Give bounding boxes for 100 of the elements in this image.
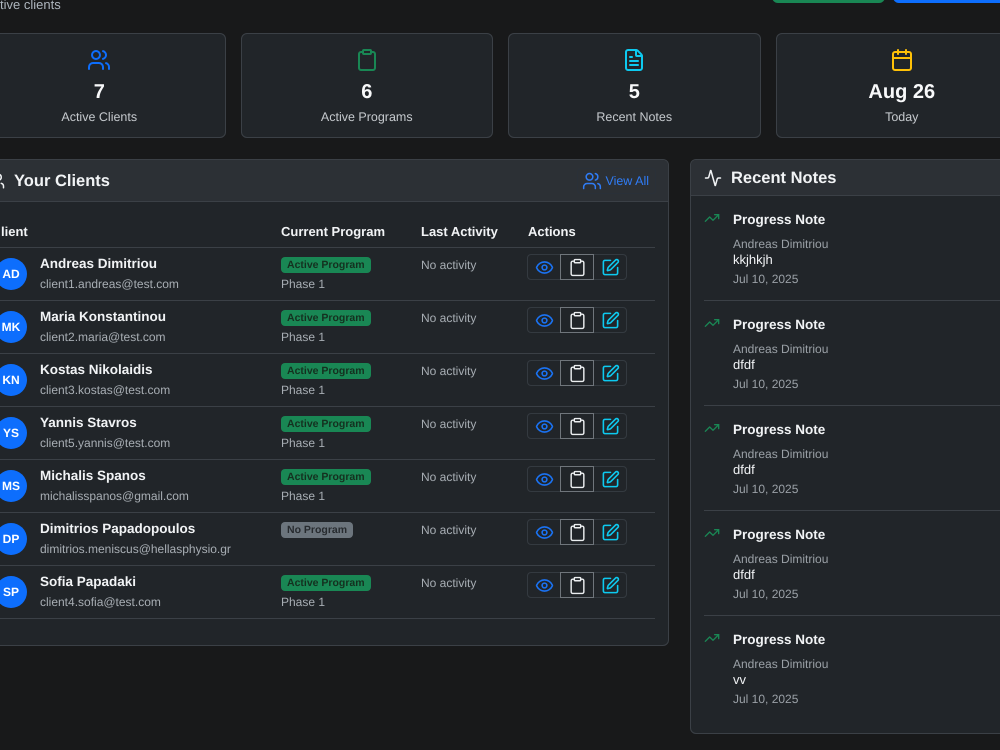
note-title: Progress Note [733,526,826,544]
view-button[interactable] [527,254,561,280]
clipboard-icon [568,576,586,594]
program-phase: Phase 1 [281,329,326,346]
pencil-square-icon [600,310,620,330]
program-badge: Active Program [281,363,371,379]
note-client: Andreas Dimitriou [733,656,828,672]
last-activity: No activity [421,469,478,485]
note-date: Jul 10, 2025 [733,481,800,498]
program-badge: Active Program [281,416,371,432]
last-activity: No activity [421,575,478,591]
program-phase: Phase 1 [281,594,326,611]
client-name: Andreas Dimitriou [40,255,158,273]
client-email: client2.maria@test.com [40,329,166,346]
column-header: Actions [527,224,577,239]
clipboard-button[interactable] [560,466,594,492]
edit-button[interactable] [593,413,627,439]
client-name: Kostas Nikolaidis [40,361,154,379]
clipboard-button[interactable] [560,254,594,280]
clipboard-button[interactable] [560,519,594,545]
edit-button[interactable] [593,307,627,333]
clipboard-button[interactable] [560,307,594,333]
clipboard-icon [568,416,586,436]
client-email: client1.andreas@test.com [40,276,179,293]
stat-value: Aug 26 [868,80,936,105]
note-client: Andreas Dimitriou [733,446,828,462]
note-client: Andreas Dimitriou [733,341,828,357]
panel-title: Your Clients [14,170,110,192]
program-phase: Phase 1 [281,276,326,293]
avatar: MS [0,470,27,502]
last-activity: No activity [421,416,478,432]
client-email: client4.sofia@test.com [40,594,161,611]
note-client: Andreas Dimitriou [733,551,828,567]
note-date: Jul 10, 2025 [733,586,800,603]
pencil-square-icon [600,364,620,382]
note-title: Progress Note [733,631,826,649]
edit-button[interactable] [593,572,627,598]
program-badge: No Program [281,522,354,538]
clipboard-icon [568,364,586,382]
client-name: Yannis Stavros [40,414,138,432]
last-activity: No activity [421,522,478,538]
stat-label: Active Programs [320,109,413,126]
avatar: SP [0,576,27,608]
pencil-square-icon [600,522,620,542]
calendar-icon [890,48,914,72]
clipboard-icon [568,310,586,330]
program-badge: Active Program [281,310,371,326]
view-button[interactable] [527,307,561,333]
avatar: AD [0,258,27,290]
stat-value: 6 [361,80,372,105]
program-badge: Active Program [281,257,371,273]
stat-label: Today [885,109,918,126]
people-icon [582,170,602,190]
view-button[interactable] [527,360,561,386]
edit-button[interactable] [593,519,627,545]
column-header: Current Program [280,224,386,239]
last-activity: No activity [421,257,478,273]
client-email: client3.kostas@test.com [40,382,170,399]
note-title: Progress Note [733,421,826,439]
note-date: Jul 10, 2025 [733,271,800,288]
view-button[interactable] [527,519,561,545]
program-badge: Active Program [281,469,371,485]
people-icon [87,48,112,72]
client-email: michalisspanos@gmail.com [40,488,189,505]
clipboard-button[interactable] [560,413,594,439]
stat-label: Recent Notes [596,109,672,126]
avatar: KN [0,364,27,396]
clipboard-button[interactable] [560,572,594,598]
edit-button[interactable] [593,254,627,280]
client-email: dimitrios.meniscus@hellasphysio.gr [40,541,231,558]
client-name: Maria Konstantinou [40,308,166,326]
stat-value: 5 [628,80,640,105]
note-title: Progress Note [733,211,826,229]
edit-button[interactable] [593,466,627,492]
note-text: vv [733,672,747,688]
client-email: client5.yannis@test.com [40,435,170,452]
clipboard-button[interactable] [560,360,594,386]
panel-title: Recent Notes [731,168,836,188]
stat-label: Active Clients [61,109,138,126]
last-activity: No activity [421,310,478,326]
note-title: Progress Note [733,316,826,334]
note-text: dfdf [733,462,756,478]
view-button[interactable] [527,413,561,439]
program-badge: Active Program [281,575,371,591]
last-activity: No activity [421,363,478,379]
program-phase: Phase 1 [281,435,326,452]
view-button[interactable] [527,466,561,492]
edit-button[interactable] [593,360,627,386]
client-name: Michalis Spanos [40,467,147,485]
pencil-square-icon [600,416,620,436]
note-date: Jul 10, 2025 [733,691,800,708]
pencil-square-icon [600,470,620,488]
note-client: Andreas Dimitriou [733,236,828,252]
view-button[interactable] [527,572,561,598]
avatar: DP [0,523,27,555]
note-date: Jul 10, 2025 [733,376,800,393]
clipboard-icon [568,470,586,488]
clipboard-icon [568,522,586,542]
avatar: YS [0,417,27,449]
client-name: Dimitrios Papadopoulos [40,520,196,538]
